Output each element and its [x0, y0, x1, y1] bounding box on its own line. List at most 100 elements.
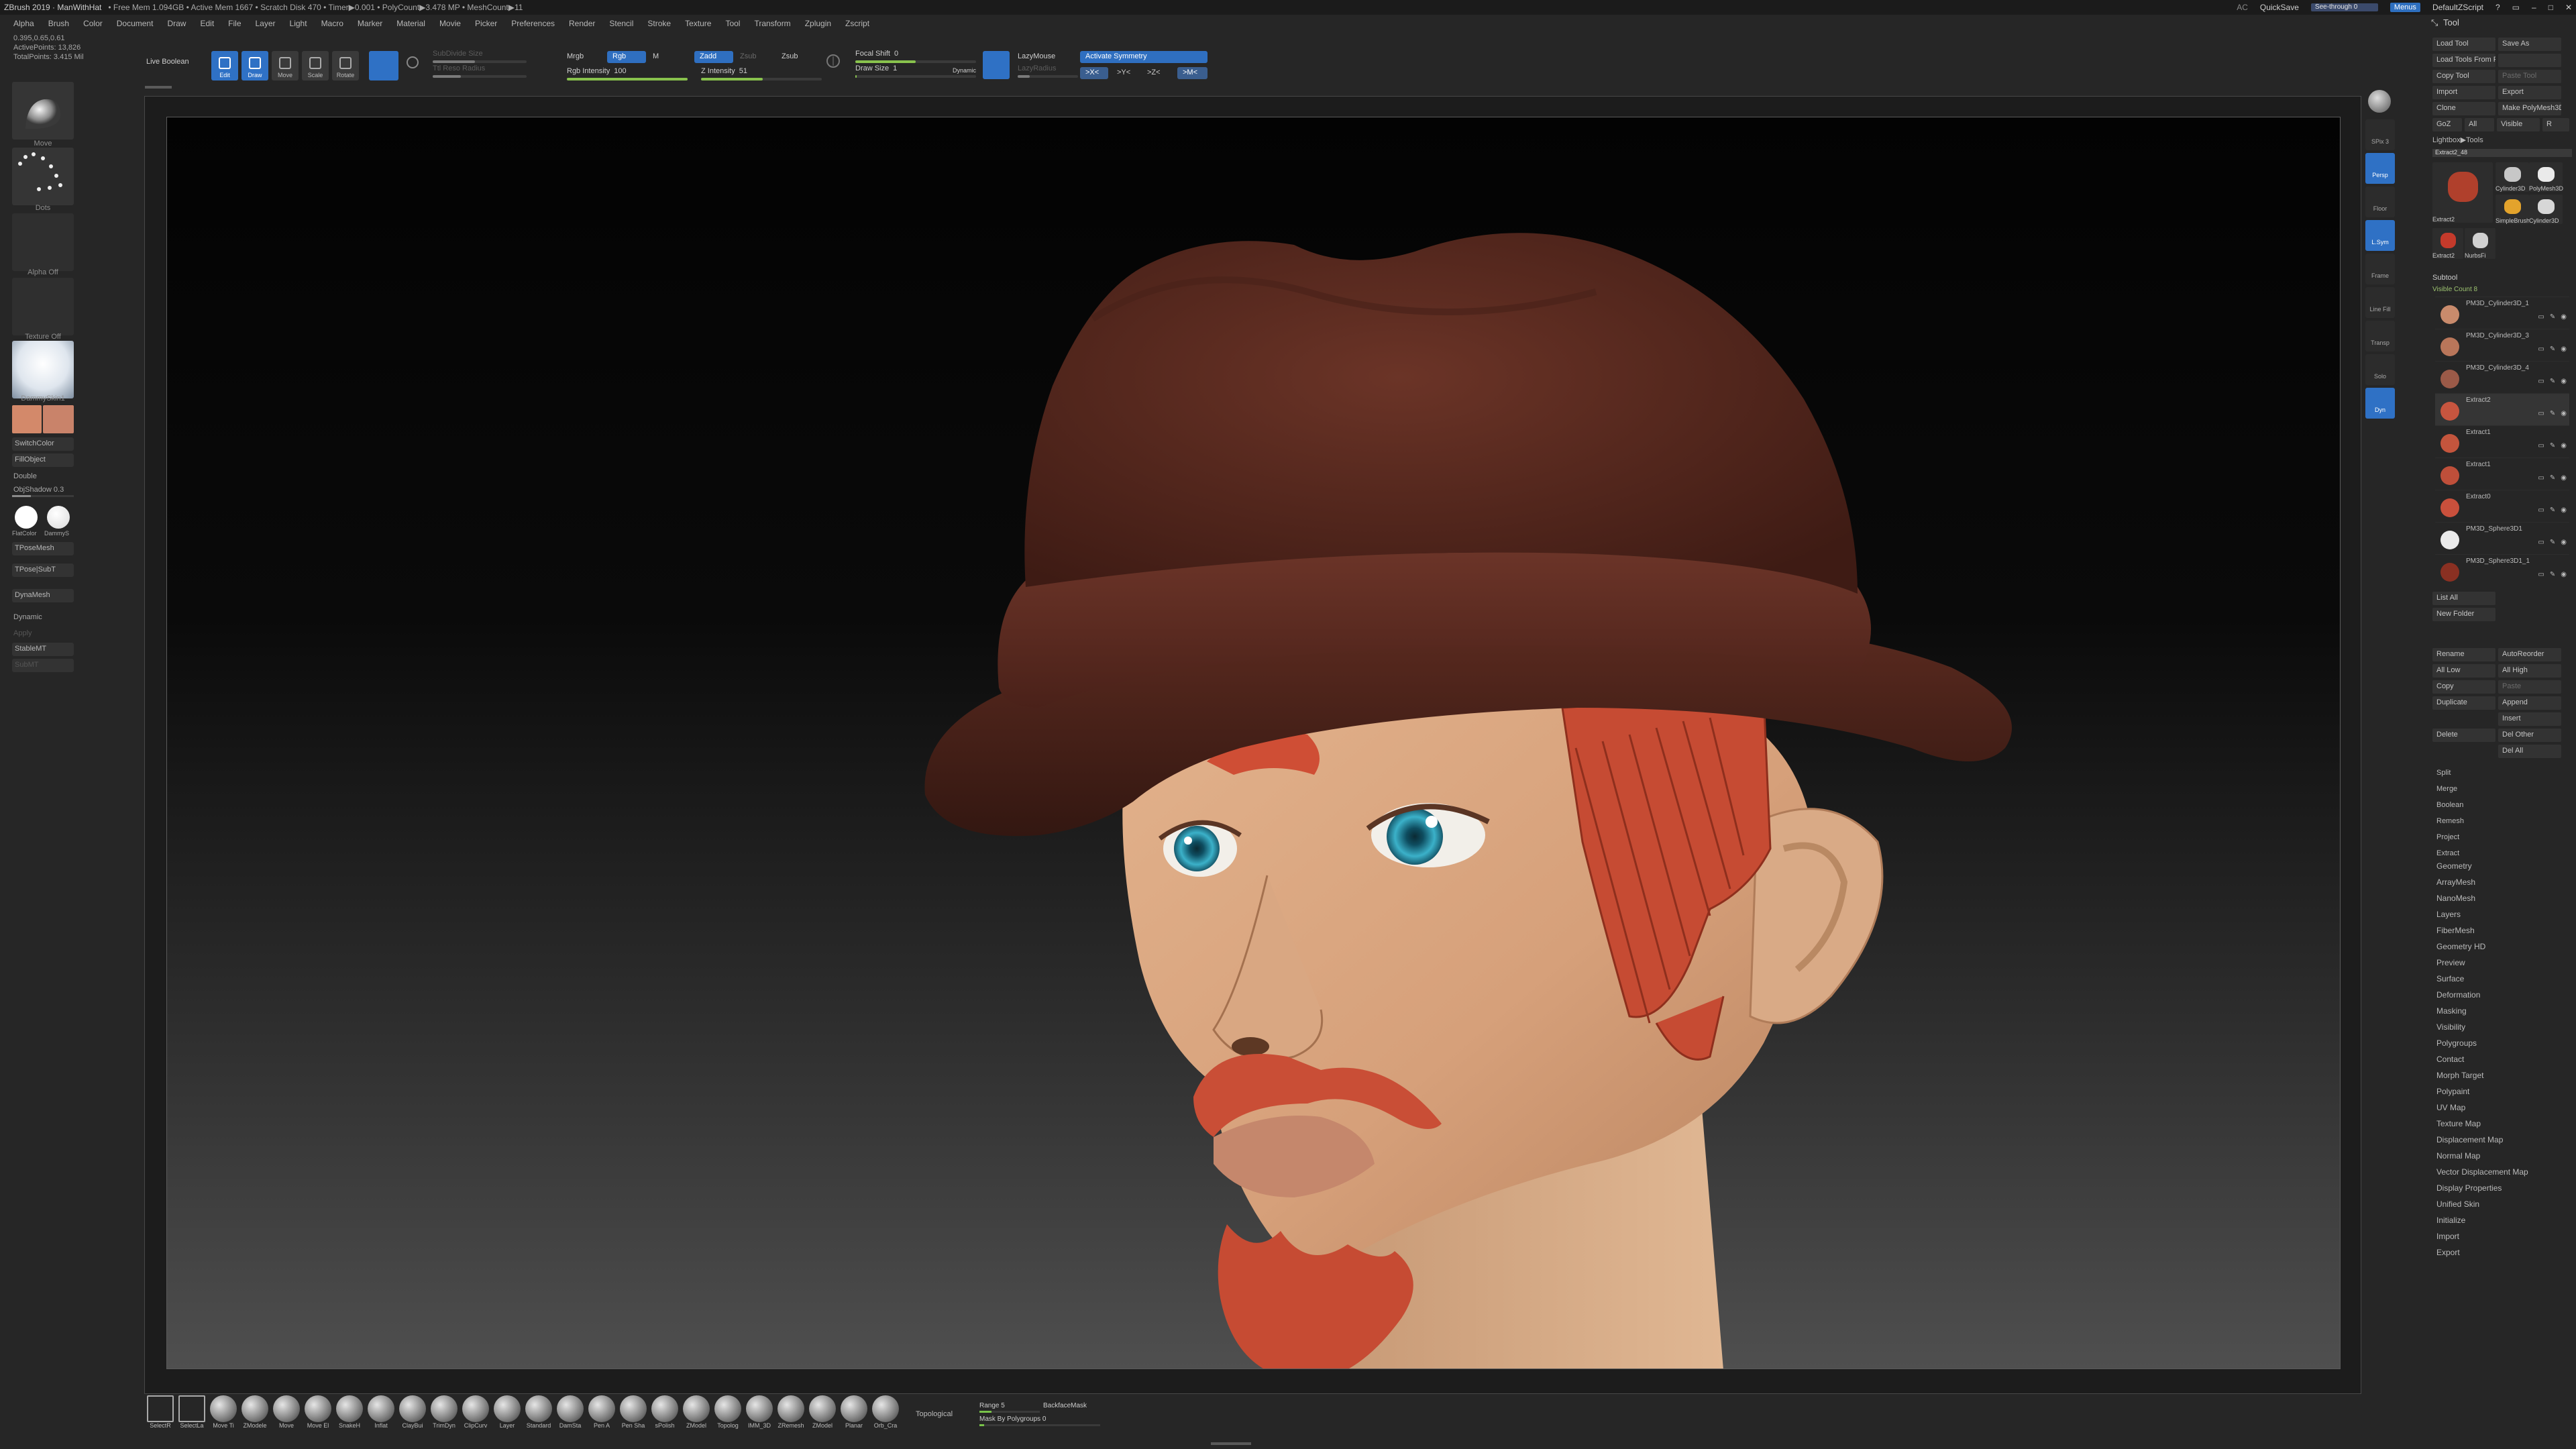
slider-subdivide-size[interactable]: SubDivide Size: [433, 50, 527, 64]
tool-load-tools-from-project-button[interactable]: Load Tools From Project: [2432, 54, 2496, 67]
slider-rgb-intensity[interactable]: Rgb Intensity 100: [567, 67, 688, 82]
subpalette-layers[interactable]: Layers: [2436, 910, 2461, 919]
subpalette-unified-skin[interactable]: Unified Skin: [2436, 1199, 2479, 1209]
menu-preferences[interactable]: Preferences: [511, 19, 555, 28]
visibility-icon[interactable]: ▭: [2538, 571, 2544, 578]
subpalette-masking[interactable]: Masking: [2436, 1006, 2467, 1016]
brush-pen-sha[interactable]: Pen Sha: [619, 1395, 648, 1432]
brush-move-el[interactable]: Move El: [303, 1395, 333, 1432]
zsub-button[interactable]: Zsub: [740, 52, 756, 60]
brush-selectr[interactable]: SelectR: [146, 1395, 175, 1432]
zadd-button[interactable]: Zadd: [694, 51, 733, 63]
visibility-icon[interactable]: ▭: [2538, 474, 2544, 482]
dammy-matcap[interactable]: [47, 506, 70, 529]
tool-thumb-extract2[interactable]: Extract2: [2432, 162, 2493, 223]
menu-material[interactable]: Material: [396, 19, 425, 28]
tool-make-polymesh3d-button[interactable]: Make PolyMesh3D: [2498, 102, 2561, 115]
layout-icon[interactable]: ▭: [2512, 3, 2520, 12]
see-through-slider[interactable]: See-through 0: [2310, 3, 2378, 11]
subpalette-initialize[interactable]: Initialize: [2436, 1216, 2465, 1225]
menu-stroke[interactable]: Stroke: [647, 19, 671, 28]
brush-standard[interactable]: Standard: [524, 1395, 553, 1432]
double-button[interactable]: Double: [13, 472, 37, 480]
brush-spolish[interactable]: sPolish: [650, 1395, 680, 1432]
dynamesh-button[interactable]: DynaMesh: [12, 589, 74, 602]
nav-frame-button[interactable]: Frame: [2365, 254, 2395, 284]
visibility-icon[interactable]: ▭: [2538, 345, 2544, 353]
subtool-copy-button[interactable]: Copy: [2432, 680, 2496, 694]
brush-icon[interactable]: ✎: [2550, 539, 2555, 546]
switch-color-button[interactable]: SwitchColor: [12, 437, 74, 451]
nav-solo-button[interactable]: Solo: [2365, 354, 2395, 385]
tool-edit-button[interactable]: Edit: [211, 51, 238, 80]
menu-render[interactable]: Render: [569, 19, 595, 28]
menu-brush[interactable]: Brush: [48, 19, 69, 28]
menu-file[interactable]: File: [228, 19, 241, 28]
tool-thumb-cylinder3d[interactable]: Cylinder3D: [2496, 162, 2529, 192]
secondary-color-swatch[interactable]: [43, 405, 74, 433]
menu-edit[interactable]: Edit: [200, 19, 214, 28]
viewport-scroll-handle[interactable]: [145, 86, 172, 89]
brush-icon[interactable]: ✎: [2550, 378, 2555, 385]
eye-icon[interactable]: ◉: [2561, 571, 2567, 578]
visibility-icon[interactable]: ▭: [2538, 506, 2544, 514]
brush-zremesh[interactable]: ZRemesh: [776, 1395, 806, 1432]
subpalette-deformation[interactable]: Deformation: [2436, 990, 2480, 1000]
eye-icon[interactable]: ◉: [2561, 474, 2567, 482]
nav-persp-button[interactable]: Persp: [2365, 153, 2395, 184]
dynamic-button-left[interactable]: Dynamic: [13, 613, 42, 621]
mask-by-polygroups-slider[interactable]: Mask By Polygroups 0: [979, 1415, 1100, 1426]
stroke-selector[interactable]: [12, 148, 74, 205]
tool-load-tool-button[interactable]: Load Tool: [2432, 38, 2496, 51]
tool-goz-button[interactable]: GoZ: [2432, 118, 2462, 131]
lightbox-tools-button[interactable]: Lightbox▶Tools: [2432, 136, 2483, 144]
nav-dyn-button[interactable]: Dyn: [2365, 388, 2395, 419]
subtool-header[interactable]: Subtool: [2432, 274, 2457, 282]
menu-macro[interactable]: Macro: [321, 19, 343, 28]
lazymouse-icon[interactable]: [983, 51, 1010, 79]
slider-z-intensity[interactable]: Z Intensity 51: [701, 67, 822, 82]
tool-visible-button[interactable]: Visible: [2497, 118, 2540, 131]
material-selector[interactable]: [12, 341, 74, 398]
sub-mt-button[interactable]: SubMT: [12, 659, 74, 672]
subpalette-arraymesh[interactable]: ArrayMesh: [2436, 877, 2475, 887]
menu-stencil[interactable]: Stencil: [609, 19, 633, 28]
menu-light[interactable]: Light: [290, 19, 307, 28]
subpalette-merge[interactable]: Merge: [2436, 785, 2457, 793]
subpalette-import[interactable]: Import: [2436, 1232, 2459, 1241]
menu-zplugin[interactable]: Zplugin: [805, 19, 831, 28]
mrgb-button[interactable]: Mrgb: [567, 52, 584, 60]
brush-trimdyn[interactable]: TrimDyn: [429, 1395, 459, 1432]
tool-import-button[interactable]: Import: [2432, 86, 2496, 99]
subtool-item[interactable]: PM3D_Sphere3D1 ▭ ✎ ◉: [2435, 522, 2569, 554]
subpalette-polygroups[interactable]: Polygroups: [2436, 1038, 2477, 1048]
tool-palette-header[interactable]: ⤡ Tool: [2422, 15, 2576, 30]
tool-save-as-button[interactable]: Save As: [2498, 38, 2561, 51]
subpalette-polypaint[interactable]: Polypaint: [2436, 1087, 2469, 1096]
nav-line-fill-button[interactable]: Line Fill: [2365, 287, 2395, 318]
dynamic-button[interactable]: Dynamic: [953, 67, 976, 74]
symmetry-m-button[interactable]: >M<: [1177, 67, 1208, 79]
visibility-icon[interactable]: ▭: [2538, 378, 2544, 385]
menu-layer[interactable]: Layer: [256, 19, 276, 28]
subpalette-normal-map[interactable]: Normal Map: [2436, 1151, 2480, 1161]
symmetry-x-button[interactable]: >X<: [1080, 67, 1108, 79]
brush-zmodel[interactable]: ZModel: [808, 1395, 837, 1432]
subpalette-geometry[interactable]: Geometry: [2436, 861, 2472, 871]
brush-imm-3d[interactable]: IMM_3D: [745, 1395, 774, 1432]
default-zscript-button[interactable]: DefaultZScript: [2432, 3, 2483, 12]
subpalette-contact[interactable]: Contact: [2436, 1055, 2464, 1064]
nav-floor-button[interactable]: Floor: [2365, 186, 2395, 217]
subpalette-geometry-hd[interactable]: Geometry HD: [2436, 942, 2485, 951]
subpalette-visibility[interactable]: Visibility: [2436, 1022, 2465, 1032]
subpalette-surface[interactable]: Surface: [2436, 974, 2464, 983]
brush-icon[interactable]: ✎: [2550, 345, 2555, 353]
brush-zmodele[interactable]: ZModele: [240, 1395, 270, 1432]
subpalette-texture-map[interactable]: Texture Map: [2436, 1119, 2481, 1128]
symmetry-y-button[interactable]: >Y<: [1117, 68, 1130, 76]
nav-spix-3-button[interactable]: SPix 3: [2365, 119, 2395, 150]
subpalette-display-properties[interactable]: Display Properties: [2436, 1183, 2502, 1193]
subpalette-displacement-map[interactable]: Displacement Map: [2436, 1135, 2503, 1144]
menu-texture[interactable]: Texture: [685, 19, 711, 28]
new-folder-button[interactable]: New Folder: [2432, 608, 2496, 621]
